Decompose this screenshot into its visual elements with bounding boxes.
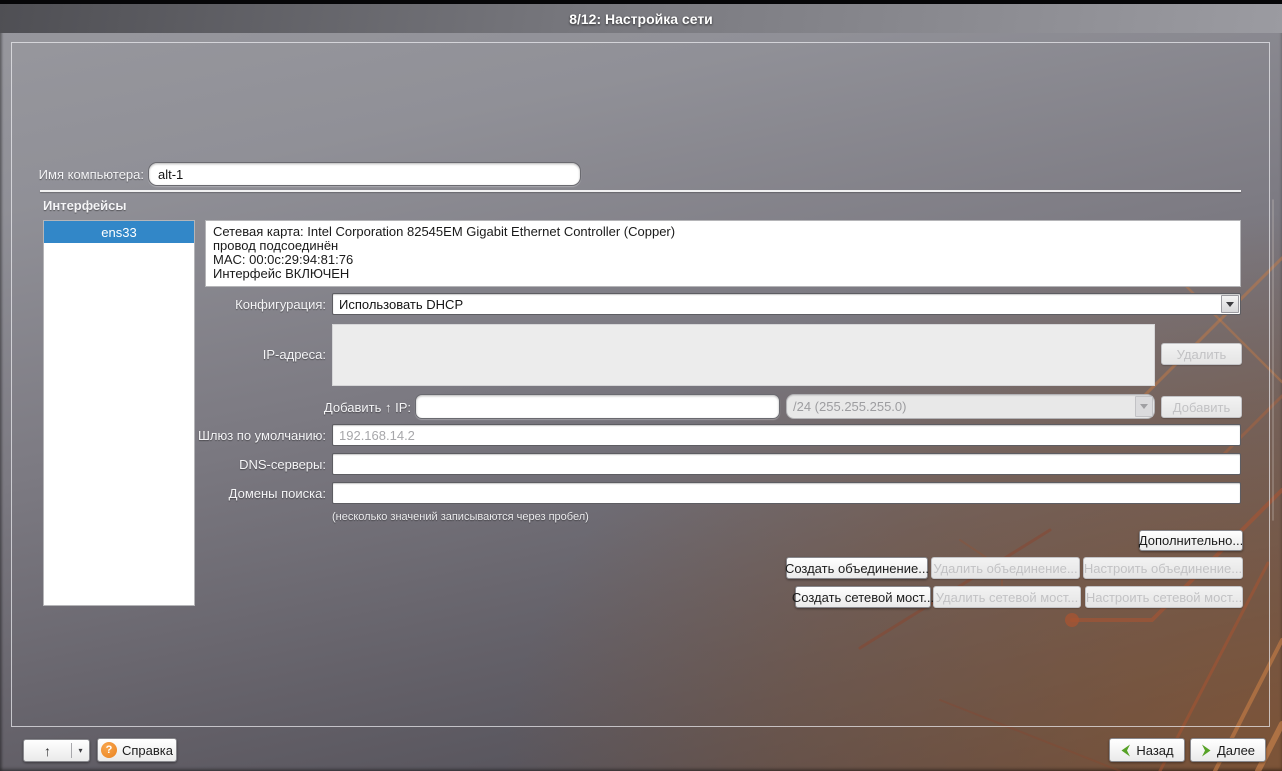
hostname-input[interactable] (148, 162, 581, 186)
create-bridge-button[interactable]: Создать сетевой мост... (795, 586, 931, 608)
interfaces-section-label: Интерфейсы (43, 198, 127, 214)
back-button[interactable]: Назад (1109, 738, 1185, 762)
help-button[interactable]: ? Справка (97, 738, 177, 762)
interface-list[interactable]: ens33 (43, 220, 195, 606)
search-domains-input[interactable] (332, 482, 1241, 504)
chevron-down-icon[interactable]: ▾ (72, 740, 89, 761)
configuration-selected-value: Использовать DHCP (333, 297, 1220, 312)
back-button-label: Назад (1136, 743, 1173, 758)
configure-bridge-button[interactable]: Настроить сетевой мост... (1085, 586, 1243, 608)
info-line-state: Интерфейс ВКЛЮЧЕН (213, 267, 1233, 281)
add-ip-button[interactable]: Добавить (1161, 396, 1242, 418)
delete-bond-button[interactable]: Удалить объединение... (931, 557, 1080, 579)
help-question-icon: ? (101, 742, 117, 758)
delete-bridge-button[interactable]: Удалить сетевой мост... (933, 586, 1081, 608)
help-button-label: Справка (122, 743, 173, 758)
gateway-input[interactable] (332, 424, 1241, 446)
search-domains-label: Домены поиска: (172, 486, 326, 502)
space-separated-hint: (несколько значений записываются через п… (332, 511, 589, 523)
netmask-selected-value: /24 (255.255.255.0) (787, 399, 1134, 414)
netmask-dropdown: /24 (255.255.255.0) (786, 394, 1155, 419)
info-line-link: провод подсоединён (213, 239, 1233, 253)
interface-info-box: Сетевая карта: Intel Corporation 82545EM… (205, 220, 1241, 287)
advanced-button[interactable]: Дополнительно... (1139, 530, 1243, 551)
interface-name: ens33 (101, 225, 136, 240)
add-ip-input[interactable] (415, 394, 780, 419)
gateway-label: Шлюз по умолчанию: (172, 428, 326, 444)
info-line-mac: MAC: 00:0c:29:94:81:76 (213, 253, 1233, 267)
ip-addresses-listbox[interactable] (332, 324, 1155, 386)
next-button[interactable]: Далее (1190, 738, 1266, 762)
add-ip-label: Добавить ↑ IP: (257, 400, 411, 416)
info-line-card: Сетевая карта: Intel Corporation 82545EM… (213, 225, 1233, 239)
chevron-down-icon[interactable] (1221, 295, 1239, 313)
dns-servers-label: DNS-серверы: (172, 457, 326, 473)
section-separator (40, 190, 1241, 192)
delete-ip-button[interactable]: Удалить (1161, 343, 1242, 365)
arrow-left-icon (1120, 744, 1131, 757)
network-settings-form: Имя компьютера: Интерфейсы ens33 Сетевая… (0, 0, 1282, 771)
ip-addresses-label: IP-адреса: (172, 347, 326, 363)
chevron-down-icon (1135, 396, 1153, 417)
up-arrow-icon[interactable]: ↑ (24, 740, 71, 761)
arrow-right-icon (1201, 744, 1212, 757)
create-bond-button[interactable]: Создать объединение... (786, 557, 928, 579)
configuration-dropdown[interactable]: Использовать DHCP (332, 293, 1241, 315)
next-button-label: Далее (1217, 743, 1255, 758)
installer-window: 8/12: Настройка сети Имя компьютера: Инт… (0, 0, 1282, 771)
configuration-label: Конфигурация: (172, 297, 326, 313)
configure-bond-button[interactable]: Настроить объединение... (1083, 557, 1243, 579)
hostname-label: Имя компьютера: (10, 167, 144, 183)
interface-list-item-ens33[interactable]: ens33 (44, 221, 194, 243)
step-jump-split-button[interactable]: ↑ ▾ (23, 739, 90, 762)
dns-servers-input[interactable] (332, 453, 1241, 475)
